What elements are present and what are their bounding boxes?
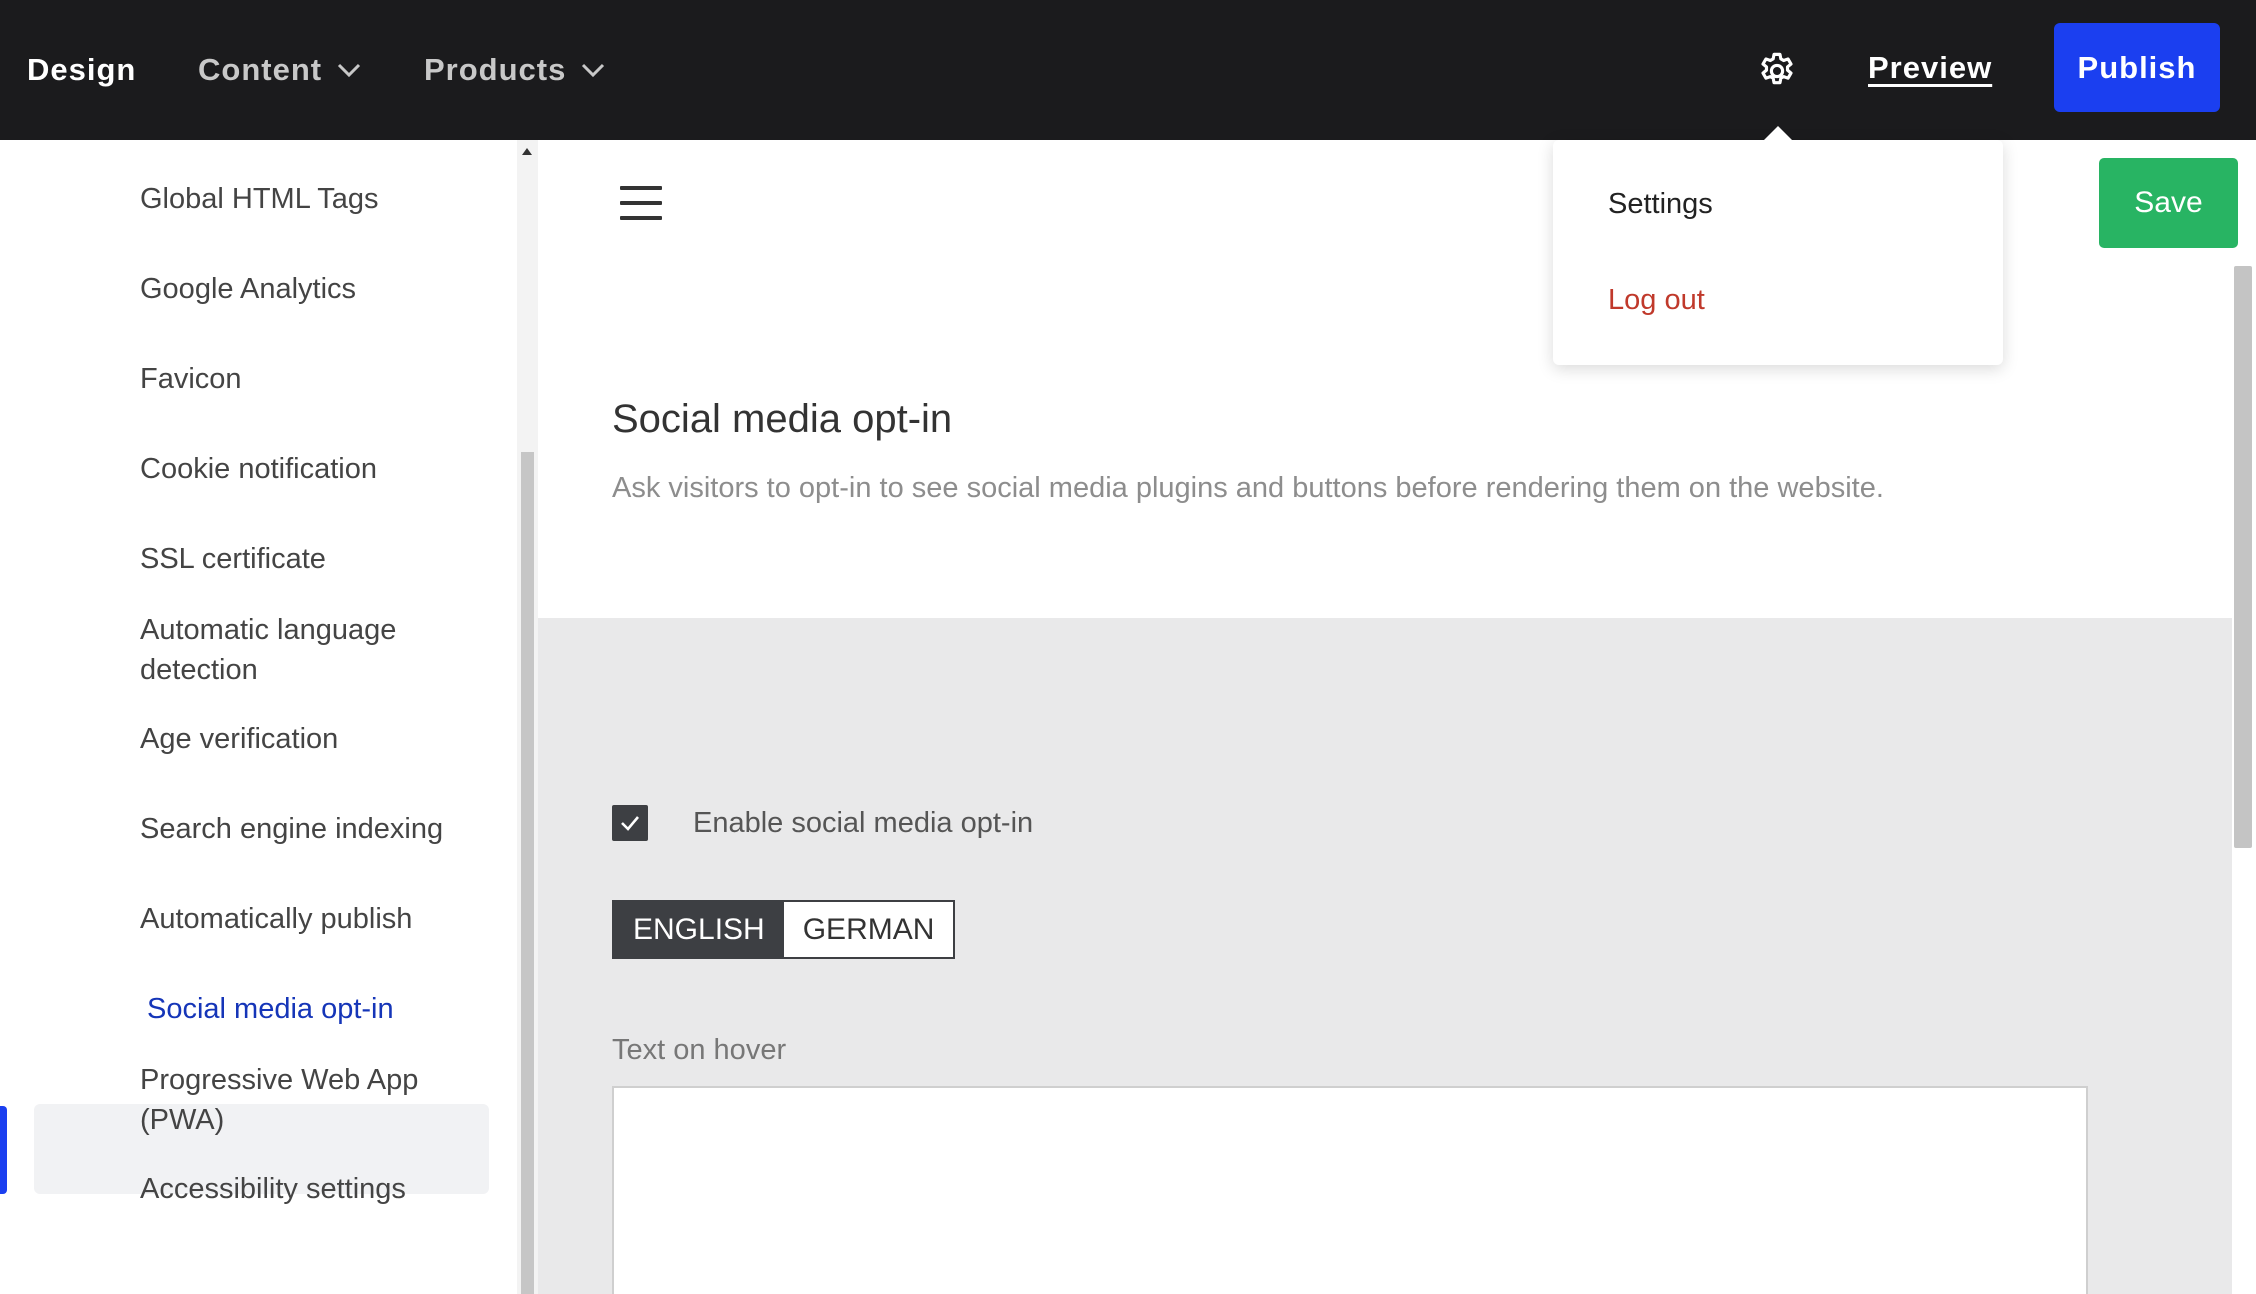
- sidebar-item-age-verification[interactable]: Age verification: [140, 719, 480, 759]
- sidebar-item-cookie-notification[interactable]: Cookie notification: [140, 449, 480, 489]
- sidebar-scrollbar-thumb[interactable]: [521, 452, 534, 1294]
- dropdown-caret: [1763, 126, 1793, 141]
- sidebar-item-favicon[interactable]: Favicon: [140, 359, 480, 399]
- menu-item-log-out[interactable]: Log out: [1608, 280, 1705, 320]
- save-button[interactable]: Save: [2099, 158, 2238, 248]
- gear-icon[interactable]: [1756, 50, 1798, 92]
- sidebar-item-search-engine-indexing[interactable]: Search engine indexing: [140, 809, 480, 849]
- active-item-marker: [0, 1106, 7, 1194]
- nav-content-label: Content: [198, 52, 323, 87]
- sidebar-item-global-html-tags[interactable]: Global HTML Tags: [140, 179, 480, 219]
- settings-sidebar: Global HTML Tags Google Analytics Favico…: [0, 140, 517, 1294]
- sidebar-item-automatic-language-detection[interactable]: Automatic language detection: [140, 610, 440, 690]
- main-scrollbar-thumb[interactable]: [2234, 266, 2252, 848]
- nav-design[interactable]: Design: [27, 50, 136, 90]
- enable-opt-in-checkbox[interactable]: [612, 805, 648, 841]
- main-scrollbar[interactable]: [2232, 262, 2256, 1294]
- scroll-up-arrow-icon[interactable]: [522, 148, 532, 155]
- chevron-down-icon: [338, 63, 361, 78]
- language-tabs: ENGLISH GERMAN: [612, 900, 956, 959]
- enable-opt-in-label[interactable]: Enable social media opt-in: [693, 803, 1033, 843]
- nav-products-label: Products: [424, 52, 567, 87]
- page-description: Ask visitors to opt-in to see social med…: [612, 472, 1884, 504]
- nav-design-label: Design: [27, 52, 137, 87]
- text-on-hover-label: Text on hover: [612, 1034, 787, 1066]
- nav-products-menu[interactable]: Products: [424, 50, 606, 90]
- nav-content-menu[interactable]: Content: [198, 50, 362, 90]
- publish-button[interactable]: Publish: [2054, 23, 2220, 112]
- top-navigation-bar: Design Content Products Preview Publish: [0, 0, 2256, 140]
- tab-english[interactable]: ENGLISH: [614, 902, 784, 957]
- sidebar-item-ssl-certificate[interactable]: SSL certificate: [140, 539, 480, 579]
- menu-item-settings[interactable]: Settings: [1608, 184, 1713, 224]
- preview-link[interactable]: Preview: [1868, 50, 1992, 90]
- checkmark-icon: [621, 816, 639, 831]
- sidebar-item-accessibility-settings[interactable]: Accessibility settings: [140, 1169, 480, 1209]
- chevron-down-icon: [582, 63, 605, 78]
- tab-german[interactable]: GERMAN: [783, 902, 954, 957]
- sidebar-item-pwa[interactable]: Progressive Web App (PWA): [140, 1060, 440, 1140]
- page-title: Social media opt-in: [612, 397, 953, 441]
- text-on-hover-input[interactable]: [612, 1086, 2088, 1294]
- settings-dropdown-menu: Settings Log out: [1553, 140, 2003, 365]
- sidebar-item-automatically-publish[interactable]: Automatically publish: [140, 899, 480, 939]
- sidebar-item-google-analytics[interactable]: Google Analytics: [140, 269, 480, 309]
- hamburger-menu-icon[interactable]: [620, 186, 662, 220]
- sidebar-scrollbar[interactable]: [517, 140, 538, 1294]
- sidebar-item-social-media-opt-in[interactable]: Social media opt-in: [147, 989, 487, 1029]
